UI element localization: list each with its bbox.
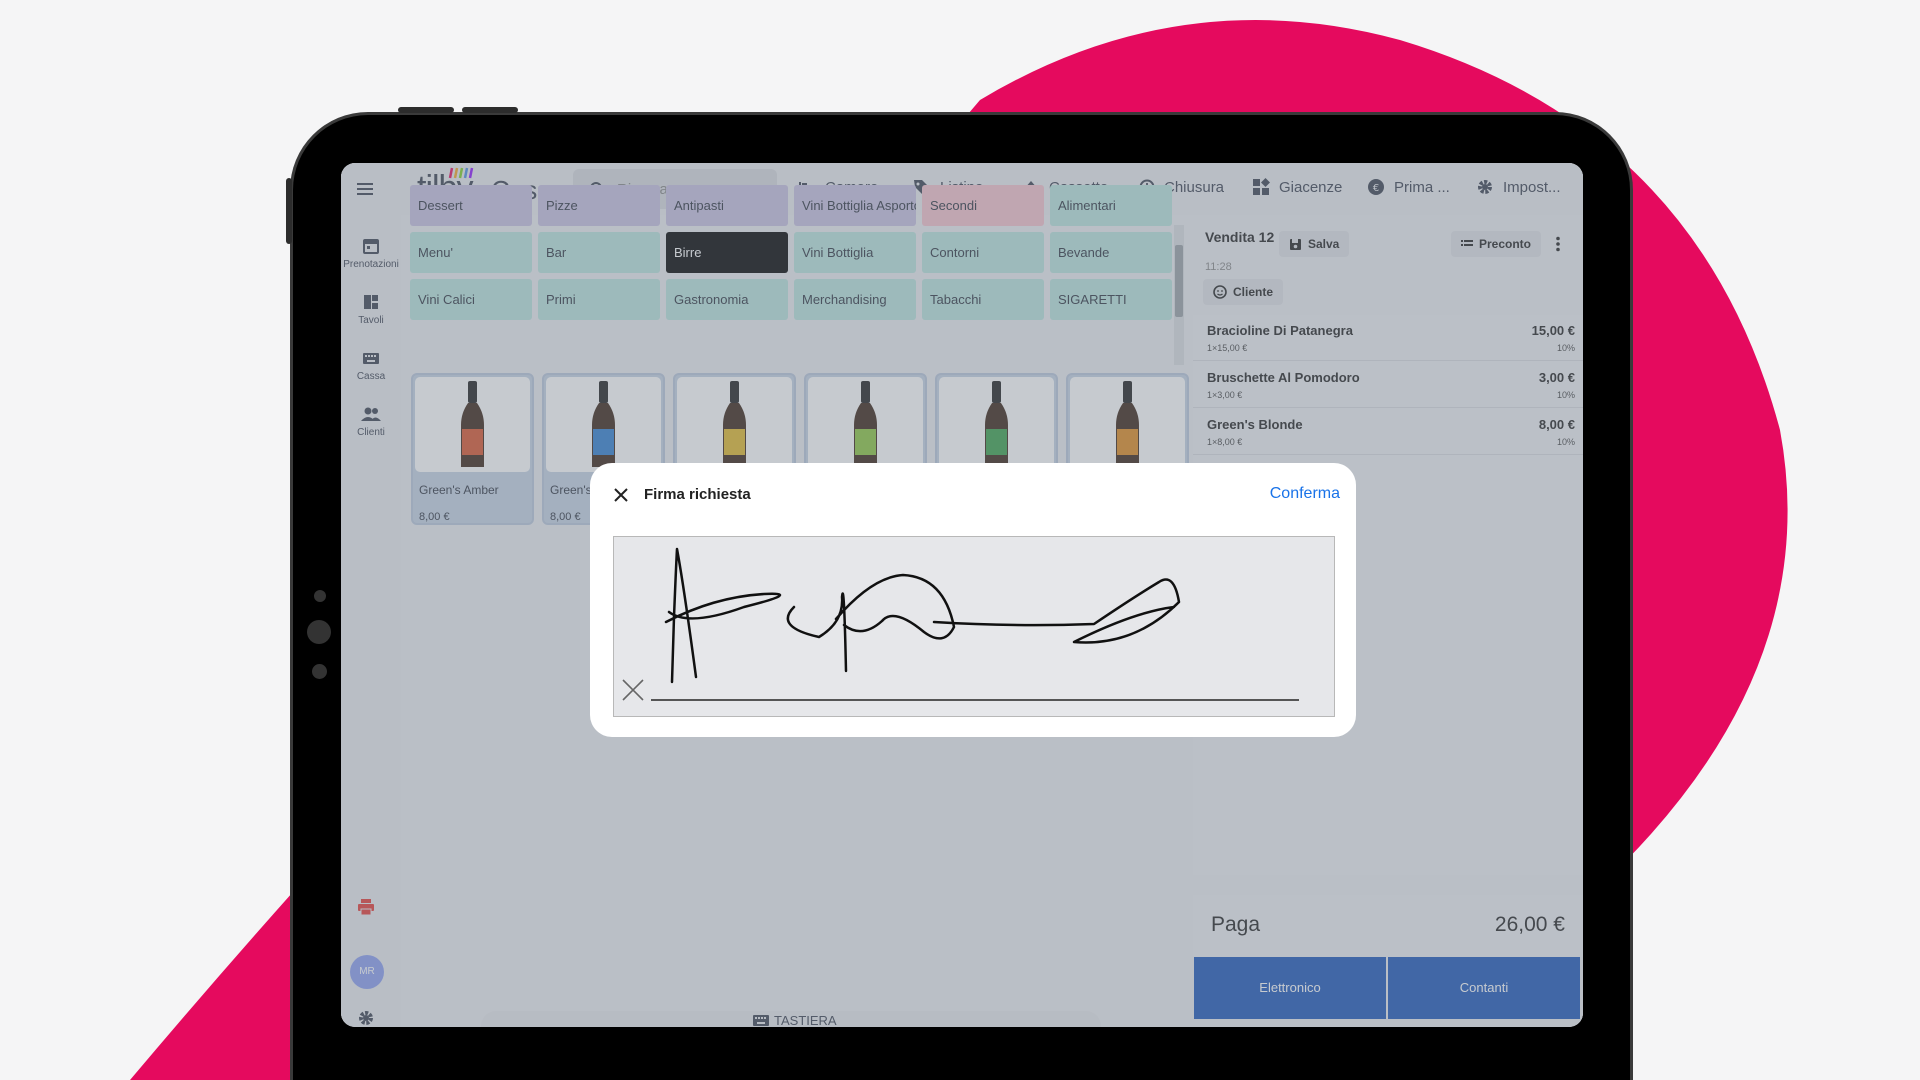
confirm-button[interactable]: Conferma xyxy=(1270,485,1340,503)
modal-title: Firma richiesta xyxy=(644,486,751,503)
camera-dot xyxy=(314,590,326,602)
signature-pad[interactable] xyxy=(613,536,1335,717)
volume-button xyxy=(462,107,518,113)
close-icon[interactable] xyxy=(613,487,629,503)
signature-modal: Firma richiesta Conferma xyxy=(590,463,1356,737)
signature-baseline xyxy=(651,699,1299,701)
power-button xyxy=(286,178,292,244)
clear-signature-icon[interactable] xyxy=(620,677,646,703)
signature-drawing xyxy=(664,547,1181,684)
sensor-dot xyxy=(312,664,327,679)
volume-button xyxy=(398,107,454,113)
camera-lens xyxy=(307,620,331,644)
